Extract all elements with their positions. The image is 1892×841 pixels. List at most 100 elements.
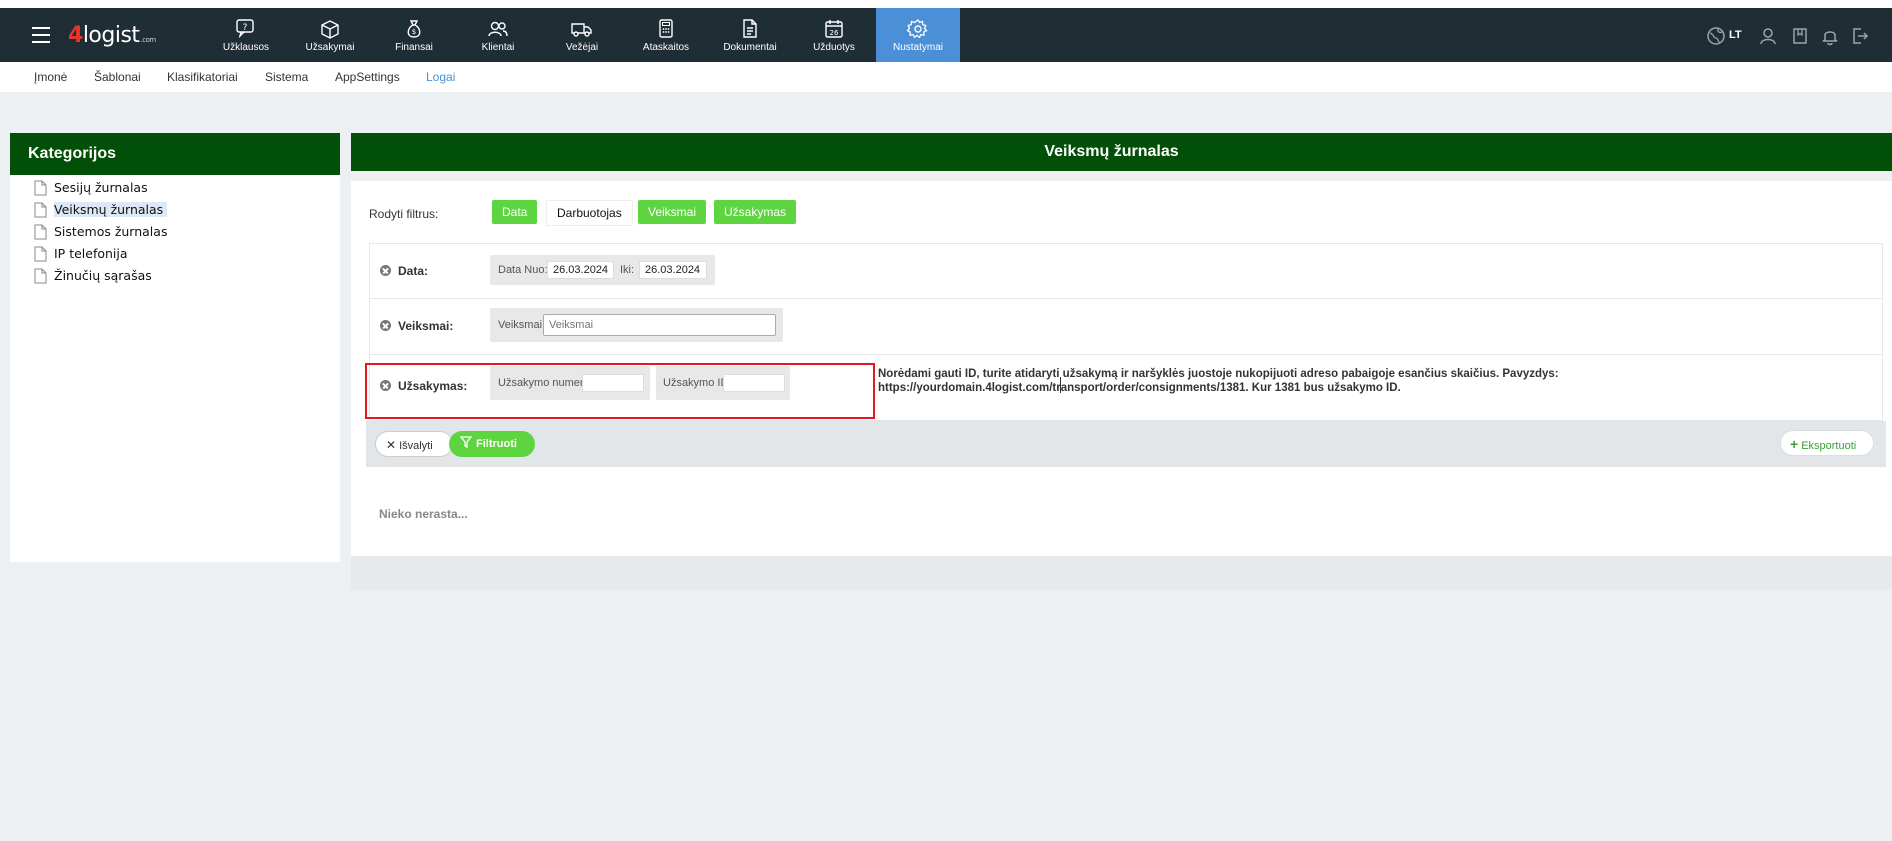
- truck-icon: [571, 23, 592, 37]
- language-selector[interactable]: LT: [1729, 29, 1742, 41]
- order-id-group: Užsakymo ID: [656, 366, 790, 400]
- file-icon: [34, 268, 47, 284]
- date-range-group: Data Nuo: Iki:: [490, 255, 715, 285]
- bell-icon[interactable]: [1820, 26, 1840, 46]
- top-strip: [0, 0, 1892, 8]
- category-label: Sistemos žurnalas: [54, 224, 168, 239]
- actions-input[interactable]: [543, 314, 776, 336]
- filter-label: Veiksmai:: [398, 319, 454, 333]
- actions-field-label: Veiksmai:: [498, 319, 546, 331]
- funnel-icon: [459, 436, 473, 449]
- nav-uzklausos[interactable]: ? Užklausos: [204, 8, 288, 62]
- text-cursor: [1060, 377, 1061, 393]
- nav-label: Ataskaitos: [642, 42, 690, 53]
- nav-vezejai[interactable]: Vežėjai: [540, 8, 624, 62]
- right-nav: LT: [1692, 8, 1892, 62]
- date-from-label: Data Nuo:: [498, 264, 548, 276]
- filter-chip-darbuotojas[interactable]: Darbuotojas: [546, 200, 633, 226]
- date-from-input[interactable]: [547, 261, 614, 279]
- logout-icon[interactable]: [1850, 26, 1870, 46]
- spacer: [351, 171, 1892, 181]
- nav-label: Dokumentai: [723, 42, 777, 53]
- nav-dokumentai[interactable]: Dokumentai: [708, 8, 792, 62]
- filter-row-date: Data: Data Nuo: Iki:: [370, 244, 1882, 299]
- panel-footer-strip: [351, 556, 1892, 590]
- order-id-hint: Norėdami gauti ID, turite atidaryti užsa…: [878, 367, 1678, 395]
- file-icon: [34, 180, 47, 196]
- file-icon: [34, 224, 47, 240]
- filter-label: Data:: [398, 264, 429, 278]
- hint-line: https://yourdomain.4logist.com/transport…: [878, 382, 1401, 394]
- close-icon: ✕: [386, 438, 397, 452]
- nav-label: Užsakymai: [305, 42, 355, 53]
- nav-nustatymai[interactable]: Nustatymai: [876, 8, 960, 62]
- subnav-klasifikatoriai[interactable]: Klasifikatoriai: [167, 70, 238, 84]
- export-button[interactable]: + Eksportuoti: [1780, 430, 1874, 456]
- hint-line: Norėdami gauti ID, turite atidaryti užsa…: [878, 368, 1559, 380]
- user-icon[interactable]: [1758, 26, 1778, 46]
- categories-title: Kategorijos: [10, 133, 340, 175]
- order-id-input[interactable]: [723, 374, 785, 392]
- filter-row-order: Užsakymas: Užsakymo numeris Užsakymo ID …: [370, 354, 1882, 418]
- subnav-logai[interactable]: Logai: [426, 70, 455, 84]
- globe-icon[interactable]: [1706, 26, 1726, 46]
- nav-ataskaitos[interactable]: Ataskaitos: [624, 8, 708, 62]
- show-filters-label: Rodyti filtrus:: [369, 207, 439, 221]
- filter-row-actions: Veiksmai: Veiksmai:: [370, 298, 1882, 355]
- subnav-imone[interactable]: Įmonė: [34, 70, 67, 84]
- file-icon: [34, 246, 47, 262]
- category-label: Sesijų žurnalas: [54, 180, 148, 195]
- category-label: Veiksmų žurnalas: [54, 202, 168, 217]
- logo[interactable]: 4logist.com: [68, 23, 156, 48]
- nav-label: Nustatymai: [892, 42, 943, 53]
- nav-label: Vežėjai: [565, 42, 599, 53]
- nav-label: Finansai: [395, 42, 433, 53]
- order-number-label: Užsakymo numeris: [498, 377, 592, 389]
- calendar-icon: 26: [825, 20, 843, 38]
- document-icon: [743, 19, 757, 38]
- filter-chip-uzsakymas[interactable]: Užsakymas: [714, 200, 797, 224]
- actions-group: Veiksmai:: [490, 308, 783, 342]
- nav-uzduotys[interactable]: 26 Užduotys: [792, 8, 876, 62]
- page-title: Veiksmų žurnalas: [351, 133, 1892, 171]
- filter-box: Data: Data Nuo: Iki: Veiksmai: Veiksmai:…: [369, 243, 1883, 421]
- category-label: IP telefonija: [54, 246, 128, 261]
- date-to-label: Iki:: [620, 264, 635, 276]
- money-bag-icon: $: [407, 20, 421, 38]
- file-icon: [34, 202, 47, 218]
- remove-filter-icon[interactable]: [380, 380, 391, 391]
- filter-button[interactable]: Filtruoti: [449, 431, 535, 457]
- nav-label: Užklausos: [222, 42, 270, 53]
- filter-chip-veiksmai[interactable]: Veiksmai: [638, 200, 707, 224]
- filter-chip-data[interactable]: Data: [492, 200, 538, 224]
- subnav-sablonai[interactable]: Šablonai: [94, 70, 141, 84]
- nav-finansai[interactable]: $ Finansai: [372, 8, 456, 62]
- clear-button[interactable]: ✕ Išvalyti: [375, 431, 453, 457]
- empty-results-text: Nieko nerasta...: [379, 507, 468, 521]
- filter-label: Užsakymas:: [398, 379, 468, 393]
- question-chat-icon: ?: [236, 19, 254, 39]
- nav-label: Užduotys: [813, 42, 855, 53]
- svg-text:$: $: [412, 28, 416, 36]
- order-id-label: Užsakymo ID: [663, 377, 729, 389]
- menu-icon[interactable]: [32, 27, 50, 43]
- main-panel: Veiksmų žurnalas Rodyti filtrus: Data Da…: [351, 133, 1892, 556]
- subnav-appsettings[interactable]: AppSettings: [335, 70, 400, 84]
- box-icon: [321, 20, 339, 39]
- remove-filter-icon[interactable]: [380, 265, 391, 276]
- subnav-sistema[interactable]: Sistema: [265, 70, 308, 84]
- svg-text:?: ?: [243, 23, 248, 33]
- nav-uzsakymai[interactable]: Užsakymai: [288, 8, 372, 62]
- users-icon: [488, 21, 508, 37]
- gear-icon: [906, 19, 928, 39]
- category-label: Žinučių sąrašas: [54, 268, 152, 283]
- order-number-input[interactable]: [582, 374, 644, 392]
- plus-icon: +: [1790, 436, 1799, 452]
- remove-filter-icon[interactable]: [380, 320, 391, 331]
- svg-text:26: 26: [830, 29, 839, 37]
- date-to-input[interactable]: [639, 261, 707, 279]
- categories-panel: Kategorijos Sesijų žurnalas Veiksmų žurn…: [10, 133, 340, 562]
- bookmark-icon[interactable]: [1790, 26, 1810, 46]
- nav-klientai[interactable]: Klientai: [456, 8, 540, 62]
- sub-navigation: Įmonė Šablonai Klasifikatoriai Sistema A…: [0, 62, 1892, 92]
